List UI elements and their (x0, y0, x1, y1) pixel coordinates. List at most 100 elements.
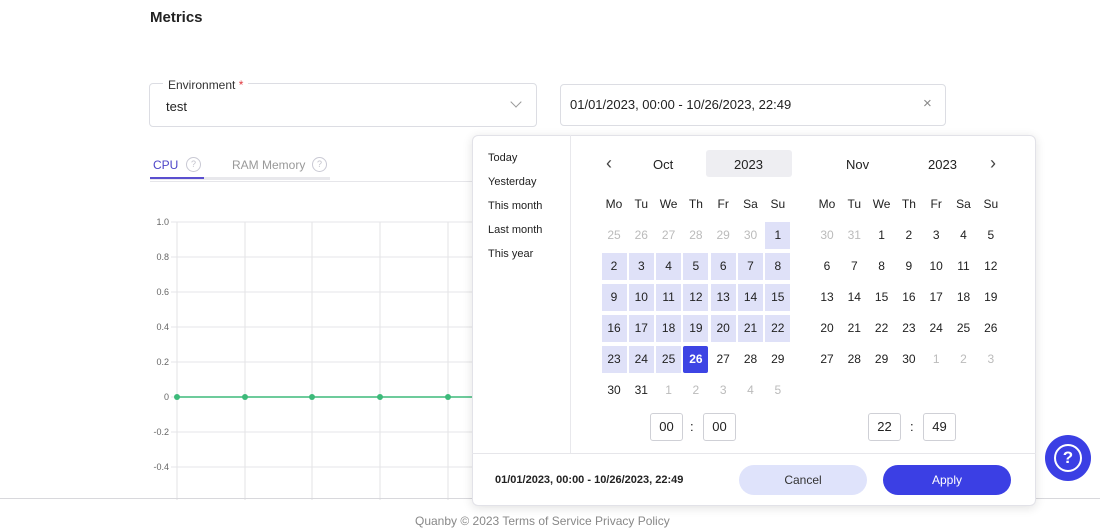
day-cell[interactable]: 5 (683, 253, 709, 280)
day-cell[interactable]: 30 (896, 346, 921, 373)
day-cell[interactable]: 26 (978, 315, 1003, 342)
day-cell[interactable]: 27 (656, 222, 681, 249)
day-cell[interactable]: 25 (656, 346, 682, 373)
day-cell[interactable]: 30 (602, 377, 627, 404)
day-cell[interactable]: 25 (602, 222, 627, 249)
day-selected[interactable]: 26 (683, 346, 709, 373)
month-select-right[interactable]: Nov (846, 157, 869, 172)
day-cell[interactable]: 12 (683, 284, 709, 311)
tab-ram-memory[interactable]: RAM Memory (232, 158, 305, 172)
chevron-right-icon[interactable]: › (990, 153, 996, 174)
day-cell[interactable]: 16 (896, 284, 921, 311)
day-cell[interactable]: 19 (683, 315, 709, 342)
day-cell[interactable]: 2 (896, 222, 921, 249)
day-cell[interactable]: 31 (629, 377, 654, 404)
day-cell[interactable]: 3 (628, 253, 654, 280)
day-cell[interactable]: 1 (924, 346, 949, 373)
day-cell[interactable]: 18 (951, 284, 976, 311)
day-cell[interactable]: 3 (978, 346, 1003, 373)
day-cell[interactable]: 11 (951, 253, 976, 280)
day-cell[interactable]: 16 (601, 315, 627, 342)
day-cell[interactable]: 29 (765, 346, 790, 373)
day-cell[interactable]: 28 (738, 346, 763, 373)
minute-input-right[interactable]: 49 (923, 413, 956, 441)
day-cell[interactable]: 29 (869, 346, 894, 373)
day-cell[interactable]: 21 (842, 315, 867, 342)
preset-item[interactable]: Today (488, 152, 517, 164)
day-cell[interactable]: 4 (951, 222, 976, 249)
day-cell[interactable]: 2 (951, 346, 976, 373)
day-cell[interactable]: 10 (924, 253, 949, 280)
day-cell[interactable]: 6 (815, 253, 840, 280)
preset-item[interactable]: This month (488, 200, 542, 212)
day-cell[interactable]: 10 (628, 284, 654, 311)
clear-icon[interactable]: × (923, 95, 932, 112)
day-cell[interactable]: 9 (601, 284, 627, 311)
day-cell[interactable]: 7 (738, 253, 763, 280)
year-label-right[interactable]: 2023 (928, 157, 957, 172)
day-cell[interactable]: 3 (711, 377, 736, 404)
help-button[interactable]: ? (1045, 435, 1091, 481)
day-cell[interactable]: 15 (765, 284, 791, 311)
chevron-left-icon[interactable]: ‹ (606, 153, 612, 174)
day-cell[interactable]: 19 (978, 284, 1003, 311)
day-cell[interactable]: 9 (896, 253, 921, 280)
day-cell[interactable]: 12 (978, 253, 1003, 280)
day-cell[interactable]: 24 (924, 315, 949, 342)
day-cell[interactable]: 13 (710, 284, 736, 311)
preset-item[interactable]: This year (488, 248, 533, 260)
day-cell[interactable]: 6 (710, 253, 736, 280)
day-cell[interactable]: 4 (738, 377, 763, 404)
day-cell[interactable]: 22 (765, 315, 791, 342)
day-cell[interactable]: 15 (869, 284, 894, 311)
day-cell[interactable]: 27 (711, 346, 736, 373)
day-cell[interactable]: 21 (738, 315, 763, 342)
apply-button[interactable]: Apply (883, 465, 1011, 495)
minute-input-left[interactable]: 00 (703, 413, 736, 441)
year-label-left[interactable]: 2023 (734, 157, 763, 172)
day-cell[interactable]: 14 (842, 284, 867, 311)
day-cell[interactable]: 25 (951, 315, 976, 342)
day-cell[interactable]: 23 (601, 346, 627, 373)
day-cell[interactable]: 28 (842, 346, 867, 373)
day-cell[interactable]: 2 (683, 377, 708, 404)
day-cell[interactable]: 20 (815, 315, 840, 342)
day-cell[interactable]: 1 (869, 222, 894, 249)
hour-input-right[interactable]: 22 (868, 413, 901, 441)
day-cell[interactable]: 1 (656, 377, 681, 404)
day-cell[interactable]: 1 (765, 222, 791, 249)
day-cell[interactable]: 5 (978, 222, 1003, 249)
day-cell[interactable]: 31 (842, 222, 867, 249)
cancel-button[interactable]: Cancel (739, 465, 867, 495)
day-cell[interactable]: 8 (869, 253, 894, 280)
day-cell[interactable]: 24 (628, 346, 654, 373)
day-cell[interactable]: 11 (656, 284, 682, 311)
tab-cpu[interactable]: CPU (153, 158, 178, 172)
month-select-left[interactable]: Oct (653, 157, 673, 172)
day-cell[interactable]: 17 (924, 284, 949, 311)
day-cell[interactable]: 18 (656, 315, 682, 342)
preset-item[interactable]: Yesterday (488, 176, 537, 188)
day-cell[interactable]: 27 (815, 346, 840, 373)
day-cell[interactable]: 14 (738, 284, 763, 311)
day-cell[interactable]: 29 (711, 222, 736, 249)
help-circle-icon[interactable]: ? (186, 157, 201, 172)
day-cell[interactable]: 17 (628, 315, 654, 342)
day-cell[interactable]: 3 (924, 222, 949, 249)
day-cell[interactable]: 8 (765, 253, 791, 280)
day-cell[interactable]: 20 (710, 315, 736, 342)
day-cell[interactable]: 28 (683, 222, 708, 249)
day-cell[interactable]: 2 (601, 253, 627, 280)
day-cell[interactable]: 4 (656, 253, 682, 280)
day-cell[interactable]: 5 (765, 377, 790, 404)
day-cell[interactable]: 22 (869, 315, 894, 342)
preset-item[interactable]: Last month (488, 224, 542, 236)
day-cell[interactable]: 30 (815, 222, 840, 249)
day-cell[interactable]: 7 (842, 253, 867, 280)
help-circle-icon[interactable]: ? (312, 157, 327, 172)
day-cell[interactable]: 26 (629, 222, 654, 249)
hour-input-left[interactable]: 00 (650, 413, 683, 441)
day-cell[interactable]: 30 (738, 222, 763, 249)
day-cell[interactable]: 13 (815, 284, 840, 311)
day-cell[interactable]: 23 (896, 315, 921, 342)
